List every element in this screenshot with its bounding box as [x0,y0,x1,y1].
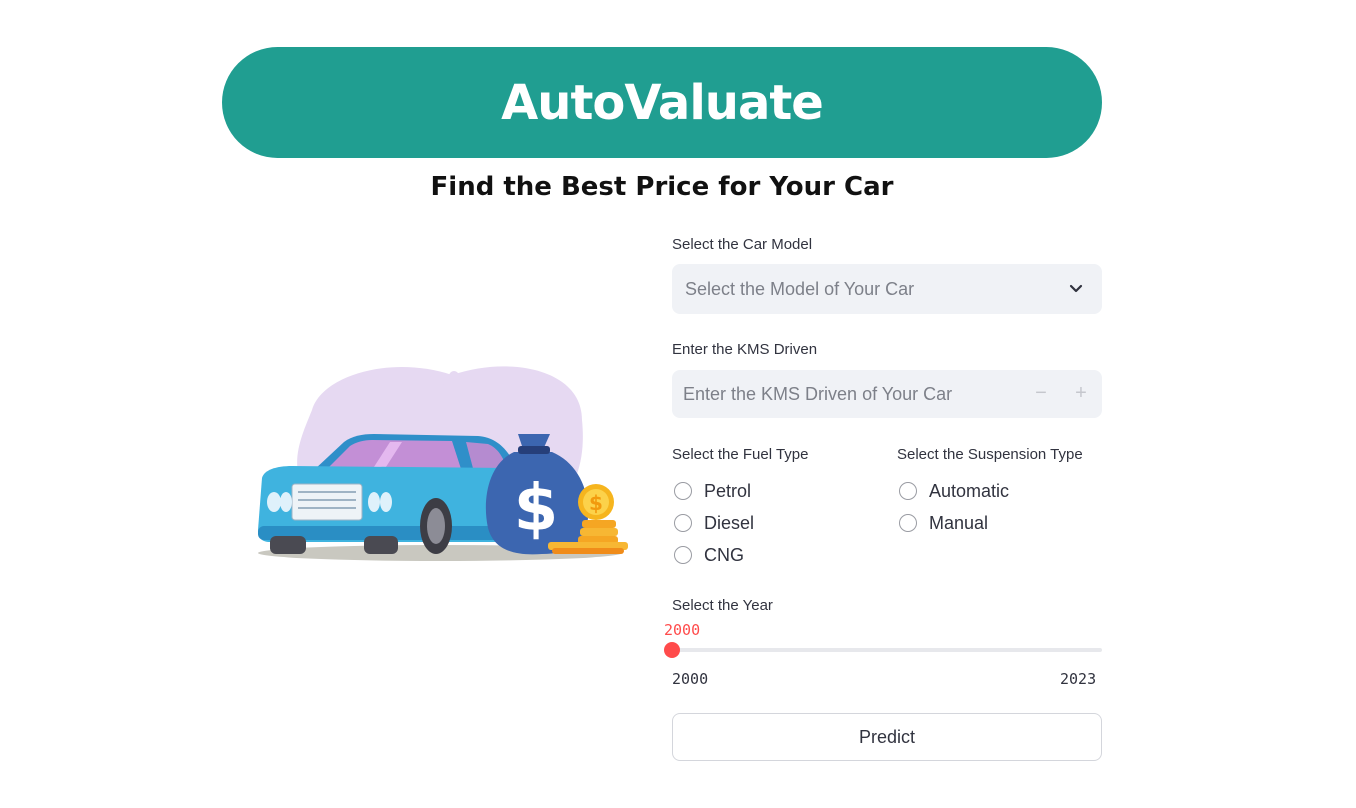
wheel-front-left [270,536,306,554]
radio-label-petrol: Petrol [704,480,752,501]
radio-petrol[interactable]: Petrol [672,475,754,507]
headlight-right-2 [380,492,392,512]
suspension-type-label: Select the Suspension Type [897,446,1083,463]
radio-automatic[interactable]: Automatic [897,475,1009,507]
radio-circle-icon[interactable] [899,514,917,532]
dollar-sign: $ [514,472,559,546]
car-money-illustration: $ $ [258,366,628,561]
year-slider-max: 2023 [1060,670,1097,688]
suspension-type-radio-group: Automatic Manual [897,475,1009,539]
fuel-type-label: Select the Fuel Type [672,446,809,463]
radio-circle-icon[interactable] [674,514,692,532]
headlight-left [267,492,281,512]
wheel-front-right [364,536,398,554]
bubble-large [428,374,444,390]
kms-input-container: − + [672,370,1102,418]
kms-label: Enter the KMS Driven [672,341,818,358]
radio-label-manual: Manual [929,512,989,533]
radio-manual[interactable]: Manual [897,507,1009,539]
app-page: AutoValuate Find the Best Price for Your… [0,0,1356,808]
headlight-left-2 [280,492,292,512]
year-slider-value: 2000 [664,621,701,639]
year-slider-min: 2000 [672,670,709,688]
predict-button[interactable]: Predict [672,713,1102,761]
radio-label-automatic: Automatic [929,480,1010,501]
coin-dollar-sign: $ [589,491,603,515]
car-model-select[interactable]: Select the Model of Your Car [672,264,1102,314]
radio-diesel[interactable]: Diesel [672,507,754,539]
car-model-label: Select the Car Model [672,236,813,253]
year-slider-track[interactable] [664,642,1102,658]
app-title: AutoValuate [501,74,824,131]
header-banner: AutoValuate [222,47,1102,158]
kms-increment-button[interactable]: + [1069,382,1093,406]
bubble-small [449,371,459,381]
radio-circle-icon[interactable] [899,482,917,500]
radio-label-cng: CNG [704,544,744,565]
coin-stack-5 [552,548,624,554]
car-model-placeholder: Select the Model of Your Car [685,278,915,299]
headlight-right [368,492,380,512]
coin-stack-2 [580,528,618,536]
year-slider-thumb[interactable] [664,642,680,658]
coin-stack-1 [582,520,616,528]
car-grille [291,483,363,521]
radio-circle-icon[interactable] [674,546,692,564]
fuel-type-radio-group: Petrol Diesel CNG [672,475,754,571]
money-bag-tie [518,446,550,454]
kms-decrement-button[interactable]: − [1029,382,1053,406]
radio-circle-icon[interactable] [674,482,692,500]
radio-label-diesel: Diesel [704,512,755,533]
wheel-rear-hub [427,508,445,544]
radio-cng[interactable]: CNG [672,539,754,571]
year-label: Select the Year [672,597,773,614]
chevron-down-icon[interactable] [1068,280,1084,296]
kms-input[interactable] [683,383,1013,405]
page-subtitle: Find the Best Price for Your Car [430,172,894,202]
